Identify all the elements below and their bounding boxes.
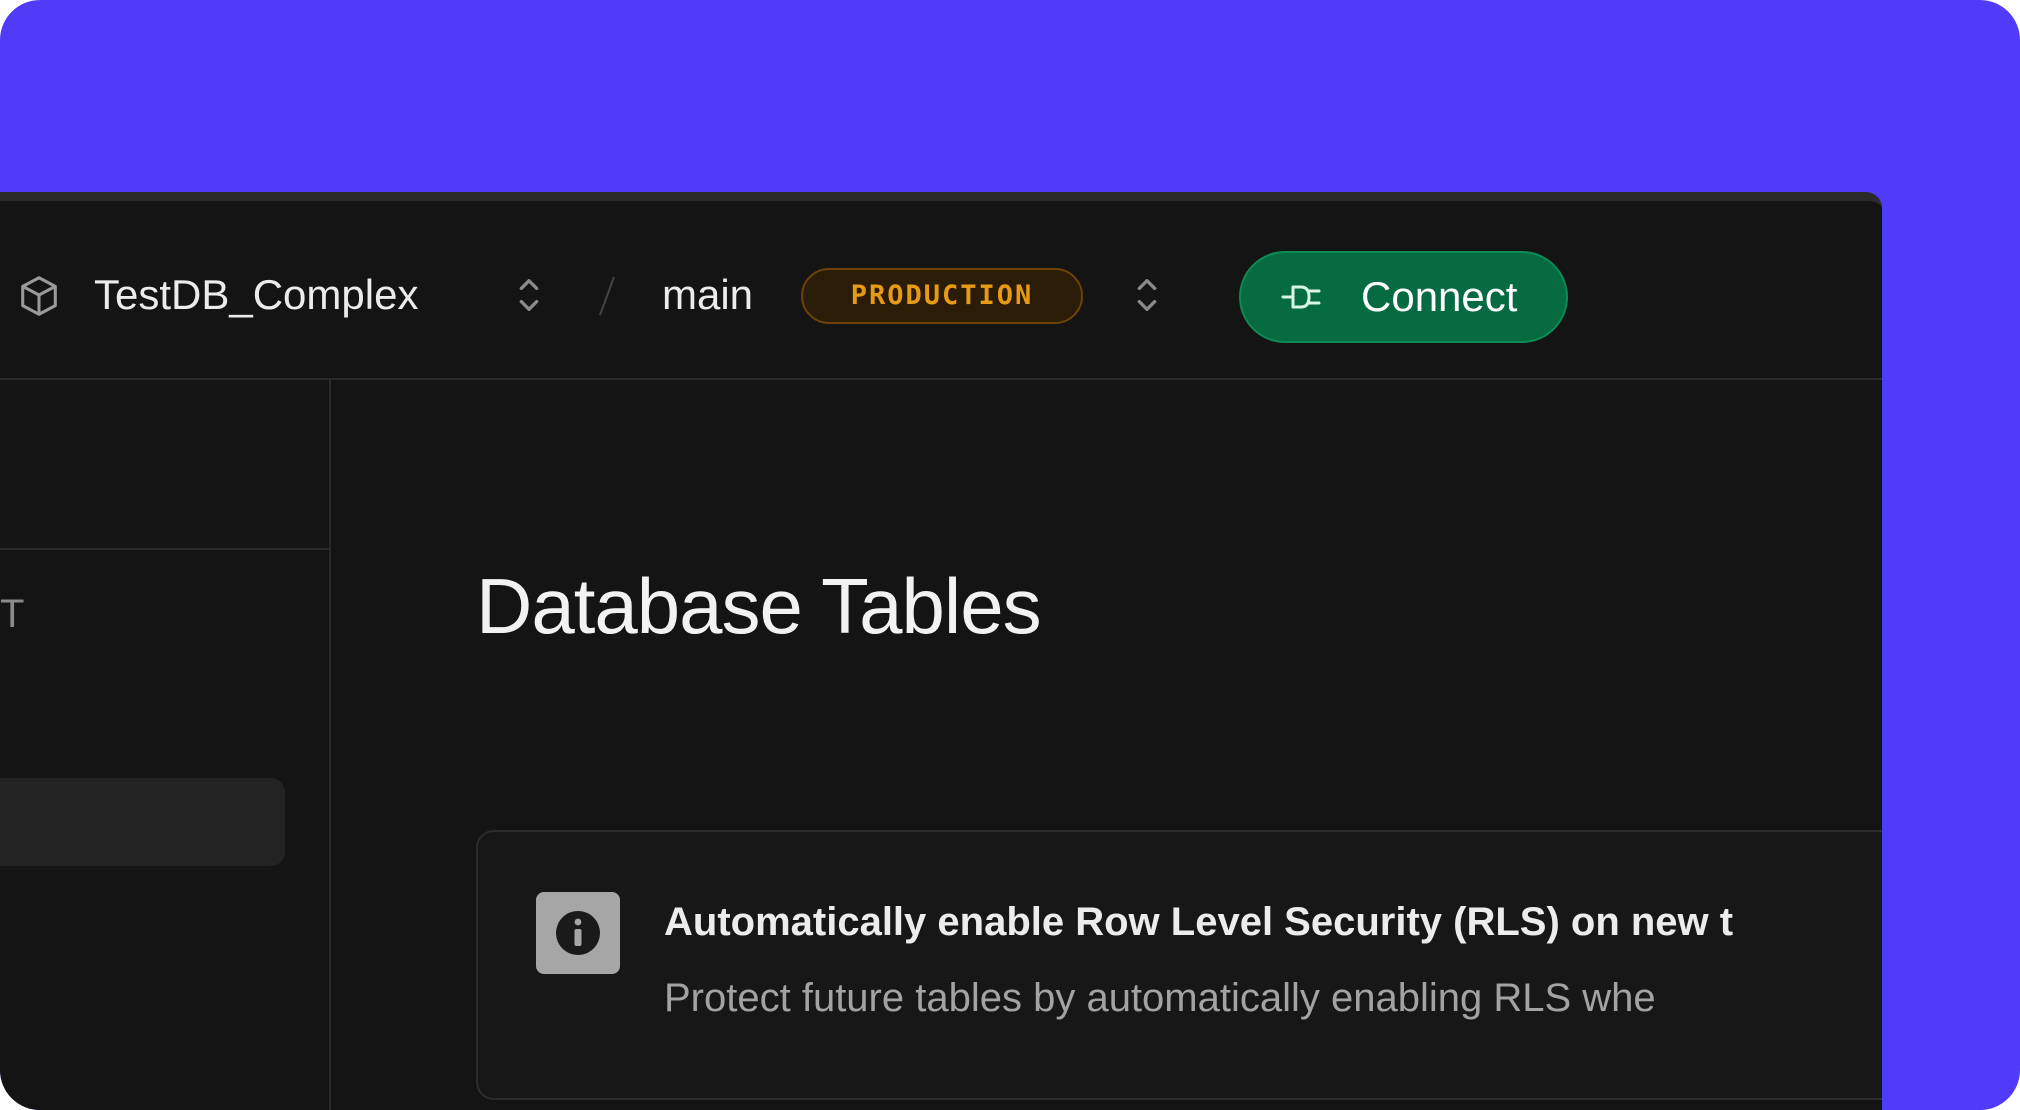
- app-window: TestDB_Complex main PRODUCTION Connect T…: [0, 192, 1882, 1110]
- project-selector[interactable]: TestDB_Complex: [94, 269, 418, 321]
- environment-badge: PRODUCTION: [801, 268, 1083, 324]
- background-frame: TestDB_Complex main PRODUCTION Connect T…: [0, 0, 2020, 1110]
- connect-button[interactable]: Connect: [1239, 251, 1568, 343]
- sidebar: T: [0, 380, 331, 1110]
- sidebar-divider: [0, 548, 329, 550]
- sidebar-item-active[interactable]: [0, 778, 285, 866]
- top-bar: TestDB_Complex main PRODUCTION Connect: [0, 201, 1882, 380]
- page-title: Database Tables: [476, 562, 1042, 650]
- branch-selector[interactable]: main: [662, 269, 753, 321]
- info-icon: [536, 892, 620, 974]
- chevron-up-down-icon[interactable]: [1132, 273, 1162, 317]
- rls-notice-title: Automatically enable Row Level Security …: [664, 900, 1734, 944]
- rls-notice-description: Protect future tables by automatically e…: [664, 976, 1656, 1020]
- connect-label: Connect: [1361, 273, 1518, 320]
- sidebar-item-label[interactable]: T: [0, 590, 24, 638]
- cube-icon[interactable]: [16, 273, 62, 319]
- rls-notice-card[interactable]: Automatically enable Row Level Security …: [476, 830, 1882, 1100]
- plug-icon: [1281, 285, 1321, 309]
- breadcrumb-separator: [599, 276, 615, 316]
- chevron-up-down-icon[interactable]: [514, 273, 544, 317]
